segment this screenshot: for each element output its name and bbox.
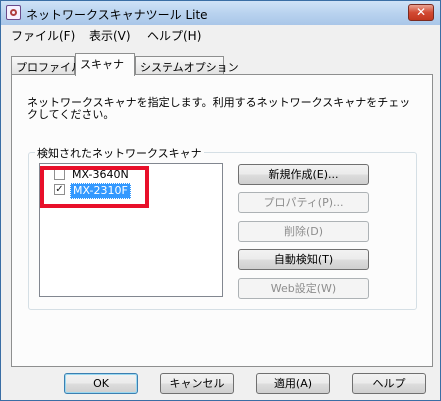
- menu-help[interactable]: ヘルプ(H): [147, 27, 201, 44]
- help-button[interactable]: ヘルプ: [352, 373, 426, 394]
- properties-button[interactable]: プロパティ(P)...: [238, 192, 369, 213]
- highlight-annotation: [40, 166, 149, 208]
- cancel-button[interactable]: キャンセル: [160, 373, 234, 394]
- main-window: ネットワークスキャナツール Lite ✕ ファイル(F) 表示(V) ヘルプ(H…: [0, 0, 441, 401]
- tab-scanner[interactable]: スキャナ: [75, 53, 135, 76]
- group-title: 検知されたネットワークスキャナ: [35, 145, 204, 161]
- ok-button[interactable]: OK: [64, 373, 138, 394]
- apply-button[interactable]: 適用(A): [256, 373, 330, 394]
- description-text: ネットワークスキャナを指定します。利用するネットワークスキャナをチェックしてくだ…: [27, 96, 411, 121]
- web-settings-button[interactable]: Web設定(W): [238, 278, 369, 299]
- title-bar[interactable]: ネットワークスキャナツール Lite ✕: [1, 1, 440, 25]
- menu-view[interactable]: 表示(V): [89, 27, 131, 44]
- app-icon: [6, 5, 21, 20]
- tab-system-options[interactable]: システムオプション: [135, 56, 239, 74]
- window-title: ネットワークスキャナツール Lite: [26, 8, 208, 22]
- delete-button[interactable]: 削除(D): [238, 221, 369, 242]
- close-button[interactable]: ✕: [408, 4, 434, 21]
- auto-detect-button[interactable]: 自動検知(T): [238, 249, 369, 270]
- new-button[interactable]: 新規作成(E)...: [238, 164, 369, 185]
- tab-profile[interactable]: プロファイル: [11, 56, 82, 74]
- menu-file[interactable]: ファイル(F): [11, 27, 75, 44]
